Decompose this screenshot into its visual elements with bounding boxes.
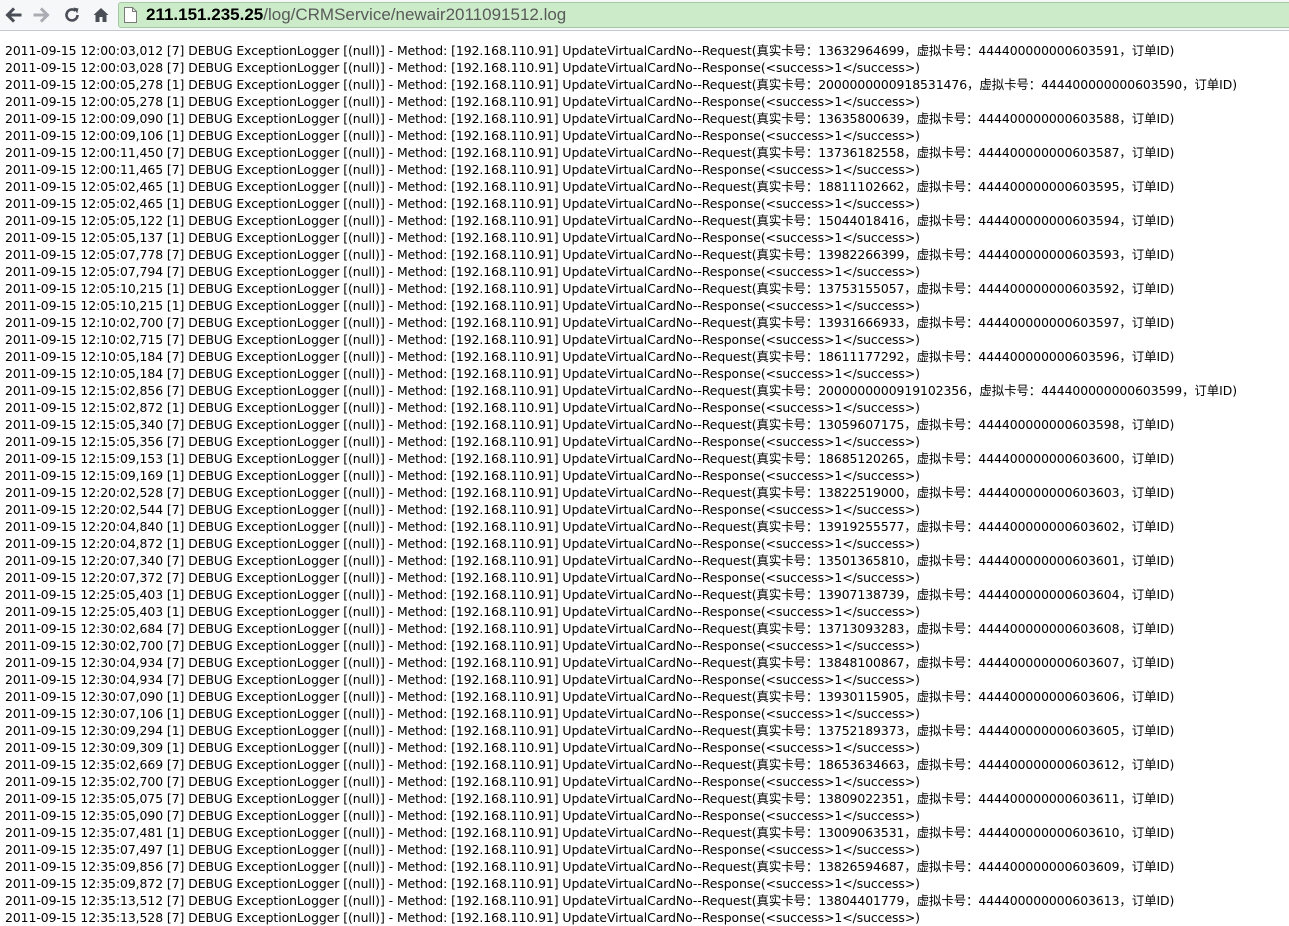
log-line: 2011-09-15 12:15:05,356 [7] DEBUG Except…	[5, 434, 920, 449]
log-line: 2011-09-15 12:05:02,465 [1] DEBUG Except…	[5, 179, 1175, 194]
log-line: 2011-09-15 12:35:13,512 [7] DEBUG Except…	[5, 893, 1175, 908]
log-line: 2011-09-15 12:15:05,340 [7] DEBUG Except…	[5, 417, 1175, 432]
url-host: 211.151.235.25	[146, 5, 264, 24]
log-line: 2011-09-15 12:00:09,090 [1] DEBUG Except…	[5, 111, 1175, 126]
log-line: 2011-09-15 12:05:10,215 [1] DEBUG Except…	[5, 281, 1175, 296]
back-button[interactable]	[1, 3, 25, 27]
log-line: 2011-09-15 12:00:05,278 [1] DEBUG Except…	[5, 94, 920, 109]
log-line: 2011-09-15 12:05:05,137 [1] DEBUG Except…	[5, 230, 920, 245]
log-line: 2011-09-15 12:35:05,090 [7] DEBUG Except…	[5, 808, 920, 823]
forward-button[interactable]	[30, 3, 54, 27]
log-line: 2011-09-15 12:30:09,294 [1] DEBUG Except…	[5, 723, 1175, 738]
log-line: 2011-09-15 12:05:07,794 [7] DEBUG Except…	[5, 264, 920, 279]
log-line: 2011-09-15 12:15:02,872 [1] DEBUG Except…	[5, 400, 920, 415]
log-line: 2011-09-15 12:30:04,934 [7] DEBUG Except…	[5, 672, 920, 687]
log-line: 2011-09-15 12:20:07,340 [7] DEBUG Except…	[5, 553, 1175, 568]
log-line: 2011-09-15 12:00:03,028 [7] DEBUG Except…	[5, 60, 920, 75]
log-line: 2011-09-15 12:10:05,184 [7] DEBUG Except…	[5, 366, 920, 381]
log-line: 2011-09-15 12:20:04,872 [1] DEBUG Except…	[5, 536, 920, 551]
log-line: 2011-09-15 12:35:02,669 [7] DEBUG Except…	[5, 757, 1175, 772]
log-line: 2011-09-15 12:05:02,465 [1] DEBUG Except…	[5, 196, 920, 211]
reload-button[interactable]	[60, 3, 84, 27]
home-button[interactable]	[89, 3, 113, 27]
log-line: 2011-09-15 12:35:02,700 [7] DEBUG Except…	[5, 774, 920, 789]
log-line: 2011-09-15 12:30:02,684 [7] DEBUG Except…	[5, 621, 1175, 636]
log-line: 2011-09-15 12:15:02,856 [7] DEBUG Except…	[5, 383, 1237, 398]
log-line: 2011-09-15 12:35:09,856 [7] DEBUG Except…	[5, 859, 1175, 874]
log-line: 2011-09-15 12:15:09,153 [1] DEBUG Except…	[5, 451, 1175, 466]
log-line: 2011-09-15 12:00:09,106 [1] DEBUG Except…	[5, 128, 920, 143]
log-line: 2011-09-15 12:25:05,403 [1] DEBUG Except…	[5, 604, 920, 619]
log-line: 2011-09-15 12:00:11,450 [7] DEBUG Except…	[5, 145, 1175, 160]
log-line: 2011-09-15 12:30:07,106 [1] DEBUG Except…	[5, 706, 920, 721]
log-line: 2011-09-15 12:05:07,778 [7] DEBUG Except…	[5, 247, 1175, 262]
page-icon	[124, 7, 137, 23]
log-line: 2011-09-15 12:05:10,215 [1] DEBUG Except…	[5, 298, 920, 313]
log-line: 2011-09-15 12:20:02,544 [7] DEBUG Except…	[5, 502, 920, 517]
log-line: 2011-09-15 12:00:03,012 [7] DEBUG Except…	[5, 43, 1175, 58]
address-bar[interactable]: 211.151.235.25/log/CRMService/newair2011…	[118, 2, 1289, 28]
url-path: /log/CRMService/newair2011091512.log	[263, 5, 567, 24]
log-line: 2011-09-15 12:15:09,169 [1] DEBUG Except…	[5, 468, 920, 483]
log-line: 2011-09-15 12:10:02,715 [7] DEBUG Except…	[5, 332, 920, 347]
log-line: 2011-09-15 12:20:04,840 [1] DEBUG Except…	[5, 519, 1175, 534]
log-line: 2011-09-15 12:35:07,481 [1] DEBUG Except…	[5, 825, 1175, 840]
log-line: 2011-09-15 12:35:07,497 [1] DEBUG Except…	[5, 842, 920, 857]
log-line: 2011-09-15 12:35:05,075 [7] DEBUG Except…	[5, 791, 1175, 806]
log-line: 2011-09-15 12:25:05,403 [1] DEBUG Except…	[5, 587, 1175, 602]
log-line: 2011-09-15 12:00:11,465 [7] DEBUG Except…	[5, 162, 920, 177]
browser-toolbar: 211.151.235.25/log/CRMService/newair2011…	[0, 0, 1289, 31]
log-line: 2011-09-15 12:05:05,122 [1] DEBUG Except…	[5, 213, 1175, 228]
log-line: 2011-09-15 12:30:02,700 [7] DEBUG Except…	[5, 638, 920, 653]
log-line: 2011-09-15 12:20:07,372 [7] DEBUG Except…	[5, 570, 920, 585]
back-arrow-icon	[5, 7, 22, 23]
forward-arrow-icon	[33, 7, 50, 23]
url-text: 211.151.235.25/log/CRMService/newair2011…	[146, 5, 566, 25]
log-line: 2011-09-15 12:20:02,528 [7] DEBUG Except…	[5, 485, 1175, 500]
log-line: 2011-09-15 12:35:09,872 [7] DEBUG Except…	[5, 876, 920, 891]
log-line: 2011-09-15 12:10:02,700 [7] DEBUG Except…	[5, 315, 1175, 330]
log-content: 2011-09-15 12:00:03,012 [7] DEBUG Except…	[5, 42, 1237, 926]
log-line: 2011-09-15 12:00:05,278 [1] DEBUG Except…	[5, 77, 1237, 92]
reload-icon	[65, 7, 79, 22]
log-line: 2011-09-15 12:30:04,934 [7] DEBUG Except…	[5, 655, 1175, 670]
log-line: 2011-09-15 12:10:05,184 [7] DEBUG Except…	[5, 349, 1175, 364]
log-line: 2011-09-15 12:30:07,090 [1] DEBUG Except…	[5, 689, 1175, 704]
log-line: 2011-09-15 12:30:09,309 [1] DEBUG Except…	[5, 740, 920, 755]
home-icon	[93, 8, 109, 22]
